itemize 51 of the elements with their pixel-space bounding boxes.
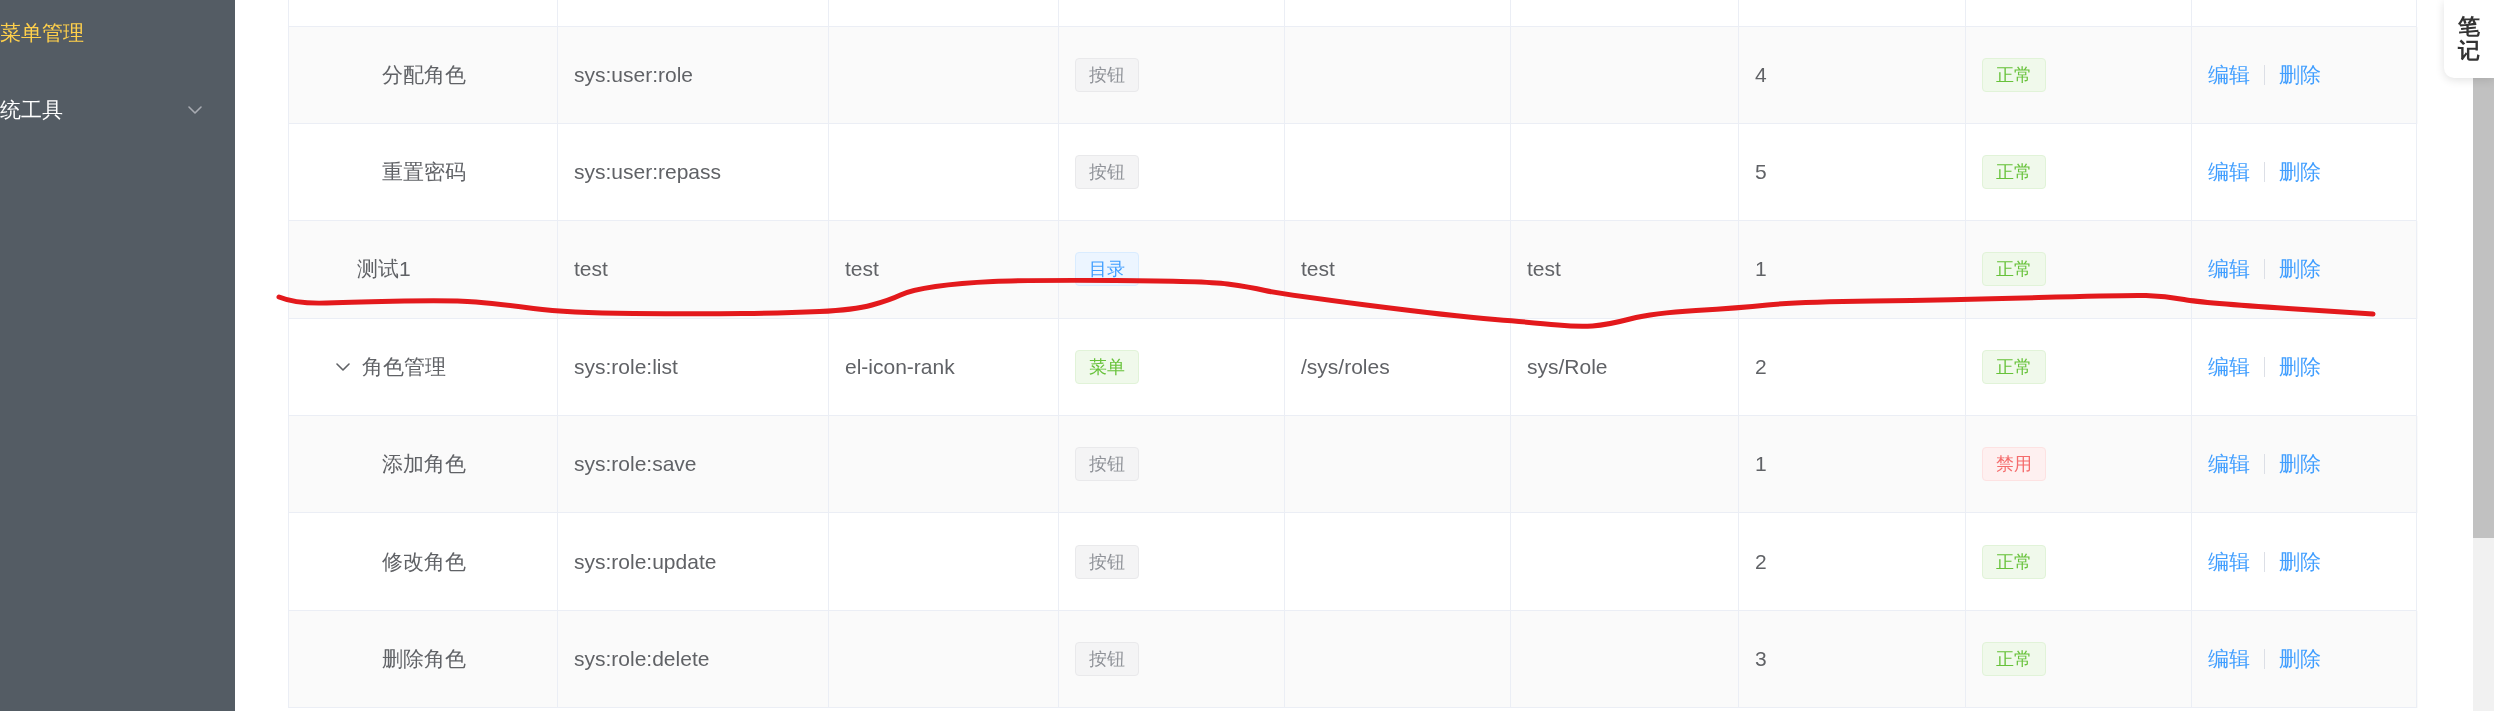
type-tag: 按钮 [1075, 57, 1139, 92]
table-cell: test [829, 221, 1059, 319]
tree-node-label: 删除角色 [382, 646, 466, 673]
type-tag: 按钮 [1075, 447, 1139, 482]
tree-node-label: 测试1 [357, 256, 411, 283]
tree-node-label: 角色管理 [362, 353, 446, 380]
action-link[interactable]: 编辑 [2208, 255, 2250, 284]
tree-node-label: 重置密码 [382, 159, 466, 186]
action-link[interactable]: 删除 [2279, 645, 2321, 674]
type-tag: 按钮 [1075, 155, 1139, 190]
action-link[interactable]: 删除 [2279, 352, 2321, 381]
menu-item[interactable]: 菜单管理 [0, 0, 235, 65]
type-tag: 按钮 [1075, 544, 1139, 579]
table-cell: sys:role:delete [558, 610, 829, 709]
note-tab[interactable]: 笔记 [2444, 0, 2494, 78]
action-link[interactable]: 编辑 [2208, 158, 2250, 187]
type-tag: 按钮 [1075, 642, 1139, 677]
table-cell: sys:role:update [558, 513, 829, 611]
scrollbar-thumb[interactable] [2473, 78, 2494, 538]
action-link[interactable]: 编辑 [2208, 547, 2250, 576]
action-link[interactable]: 删除 [2279, 158, 2321, 187]
status-tag: 正常 [1982, 642, 2046, 677]
table-cell: 2 [1739, 513, 1966, 611]
action-link[interactable]: 编辑 [2208, 60, 2250, 89]
status-tag: 禁用 [1982, 447, 2046, 482]
action-link[interactable]: 删除 [2279, 450, 2321, 479]
status-tag: 正常 [1982, 155, 2046, 190]
table-cell: 4 [1739, 26, 1966, 124]
action-link[interactable]: 编辑 [2208, 645, 2250, 674]
status-tag: 正常 [1982, 57, 2046, 92]
menu-item[interactable]: 统工具 [0, 65, 235, 155]
action-link[interactable]: 删除 [2279, 60, 2321, 89]
caret-icon[interactable] [336, 362, 350, 371]
scrollbar-track[interactable] [2473, 78, 2494, 711]
status-tag: 正常 [1982, 544, 2046, 579]
tree-node-label: 添加角色 [382, 451, 466, 478]
table-cell: sys:user:role [558, 26, 829, 124]
action-link[interactable]: 删除 [2279, 547, 2321, 576]
tree-node-label: 修改角色 [382, 548, 466, 575]
type-tag: 菜单 [1075, 349, 1139, 384]
table-cell: 1 [1739, 221, 1966, 319]
table-cell: test [1285, 221, 1511, 319]
status-tag: 正常 [1982, 349, 2046, 384]
status-tag: 正常 [1982, 252, 2046, 287]
action-link[interactable]: 编辑 [2208, 450, 2250, 479]
table-cell: test [558, 221, 829, 319]
table-cell: test [1511, 221, 1739, 319]
action-link[interactable]: 删除 [2279, 255, 2321, 284]
action-link[interactable]: 编辑 [2208, 352, 2250, 381]
table-cell: 3 [1739, 610, 1966, 709]
tree-node-label: 分配角色 [382, 61, 466, 88]
